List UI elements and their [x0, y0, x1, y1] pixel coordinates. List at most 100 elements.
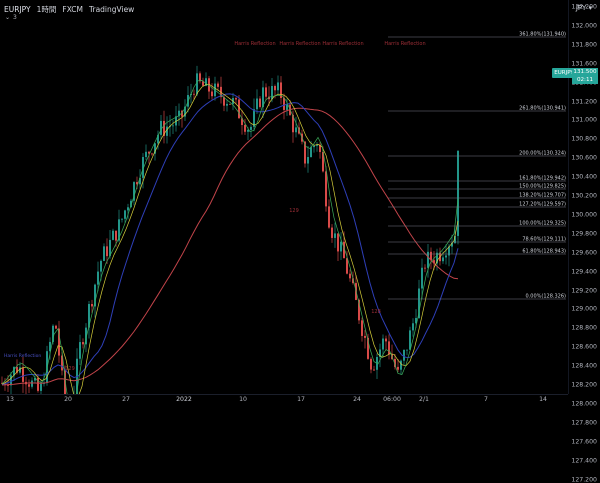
wave-label: 128 — [371, 309, 381, 315]
candle-body — [28, 384, 30, 387]
candle-body — [160, 120, 162, 135]
candle-body — [121, 218, 123, 220]
candle-body — [103, 246, 105, 261]
candle-body — [286, 104, 288, 110]
time-tick: 2/1 — [419, 396, 429, 403]
indicator-toggle[interactable]: ⌄ 3 — [5, 14, 17, 21]
candle-body — [151, 153, 153, 155]
candle-body — [91, 303, 93, 307]
candle-body — [250, 126, 252, 130]
time-tick: 10 — [239, 396, 247, 403]
wave-label: 129 — [65, 366, 75, 372]
indicator-count: 3 — [13, 14, 17, 21]
candle-body — [412, 323, 414, 331]
candle-body — [145, 151, 147, 158]
fib-level-label: 261.80%(130.941) — [519, 106, 566, 112]
pattern-label: Harris Reflection — [4, 353, 41, 359]
time-tick: 20 — [64, 396, 72, 403]
price-tick: 129.800 — [571, 230, 597, 238]
candle-body — [331, 227, 333, 238]
candle-body — [259, 98, 261, 107]
candle-body — [100, 260, 102, 272]
candle-body — [238, 99, 240, 119]
candle-body — [37, 377, 39, 391]
candle-body — [409, 330, 411, 350]
candle-body — [274, 86, 276, 91]
candle-body — [421, 267, 423, 289]
candle-body — [295, 127, 297, 133]
ma-mid-line — [1, 93, 459, 385]
price-tick: 127.600 — [571, 438, 597, 446]
candle-body — [40, 383, 42, 391]
price-axis[interactable]: 132.200132.000131.800131.600131.400131.2… — [568, 0, 600, 483]
fib-level-label: 100.00%(129.325) — [519, 221, 566, 227]
candle-body — [397, 366, 399, 370]
fib-level-label: 78.60%(129.111) — [522, 237, 566, 243]
candle-body — [370, 358, 372, 370]
candle-body — [334, 233, 336, 238]
price-tick: 128.600 — [571, 343, 597, 351]
fib-level-label: 361.80%(131.940) — [519, 32, 566, 38]
fibonacci-extension: 361.80%(131.940) 261.80%(130.941) 200.00%(… — [388, 32, 566, 300]
fib-level-label: 200.00%(130.324) — [519, 151, 566, 157]
price-tick: 127.800 — [571, 419, 597, 427]
exchange-label: FXCM — [62, 4, 83, 14]
candle-body — [340, 241, 342, 252]
candle-body — [82, 342, 84, 345]
time-tick: 2022 — [176, 396, 192, 403]
candle-body — [244, 124, 246, 132]
fib-level-label: 150.00%(129.825) — [519, 184, 566, 190]
candle-body — [193, 93, 195, 95]
candle-body — [382, 338, 384, 350]
chart-area[interactable]: 361.80%(131.940) 261.80%(130.941) 200.00%(… — [0, 0, 600, 406]
price-tick: 132.200 — [571, 3, 597, 11]
price-tick: 127.200 — [571, 476, 597, 483]
fib-level-label: 127.20%(129.597) — [519, 202, 566, 208]
fib-level-label: 0.00%(128.326) — [526, 294, 567, 300]
candle-body — [346, 258, 348, 274]
price-tick: 132.000 — [571, 22, 597, 30]
candle-body — [256, 98, 258, 110]
price-tick: 131.800 — [571, 41, 597, 49]
candle-body — [337, 233, 339, 252]
current-price: 131.500 — [573, 69, 597, 75]
interval-label[interactable]: 1時間 — [37, 4, 57, 15]
source-label: TradingView — [89, 4, 135, 14]
price-tick: 127.400 — [571, 457, 597, 465]
price-tick: 130.400 — [571, 173, 597, 181]
candle-body — [115, 230, 117, 241]
price-tick: 129.200 — [571, 287, 597, 294]
candle-body — [424, 267, 426, 269]
candle-body — [226, 103, 228, 106]
price-tick: 128.200 — [571, 381, 597, 389]
price-tick: 131.200 — [571, 98, 597, 105]
candle-body — [235, 98, 237, 100]
candle-body — [364, 335, 366, 338]
price-tick: 128.800 — [571, 324, 597, 332]
fib-level-label: 138.20%(129.707) — [519, 193, 566, 199]
time-tick: 27 — [122, 396, 130, 403]
symbol-header[interactable]: EURJPY 1時間 FXCM TradingView — [4, 2, 134, 16]
price-chart[interactable]: 361.80%(131.940) 261.80%(130.941) 200.00%(… — [0, 0, 568, 394]
pattern-label: Harris Reflection — [384, 41, 425, 47]
price-tick: 131.000 — [571, 116, 597, 124]
candle-body — [406, 349, 408, 351]
price-tick: 129.000 — [571, 305, 597, 313]
time-tick: 7 — [484, 396, 488, 403]
time-tick: 13 — [6, 396, 14, 403]
time-axis[interactable]: 13 20 27 2022 10 17 24 06:00 2/1 7 14 — [0, 394, 568, 407]
price-tick: 130.600 — [571, 154, 597, 162]
symbol-name[interactable]: EURJPY — [4, 5, 31, 14]
candle-body — [445, 255, 447, 258]
candle-body — [166, 126, 168, 136]
candle-body — [388, 341, 390, 355]
candle-body — [403, 349, 405, 361]
price-tick: 129.400 — [571, 268, 597, 276]
candlestick-series — [1, 65, 459, 394]
candle-body — [265, 87, 267, 97]
pattern-label: Harris Reflection — [279, 41, 320, 47]
candle-body — [247, 129, 249, 132]
candle-body — [55, 325, 57, 329]
bar-countdown: 02:11 — [576, 77, 594, 83]
chevron-down-icon[interactable]: ⌄ — [5, 14, 10, 21]
